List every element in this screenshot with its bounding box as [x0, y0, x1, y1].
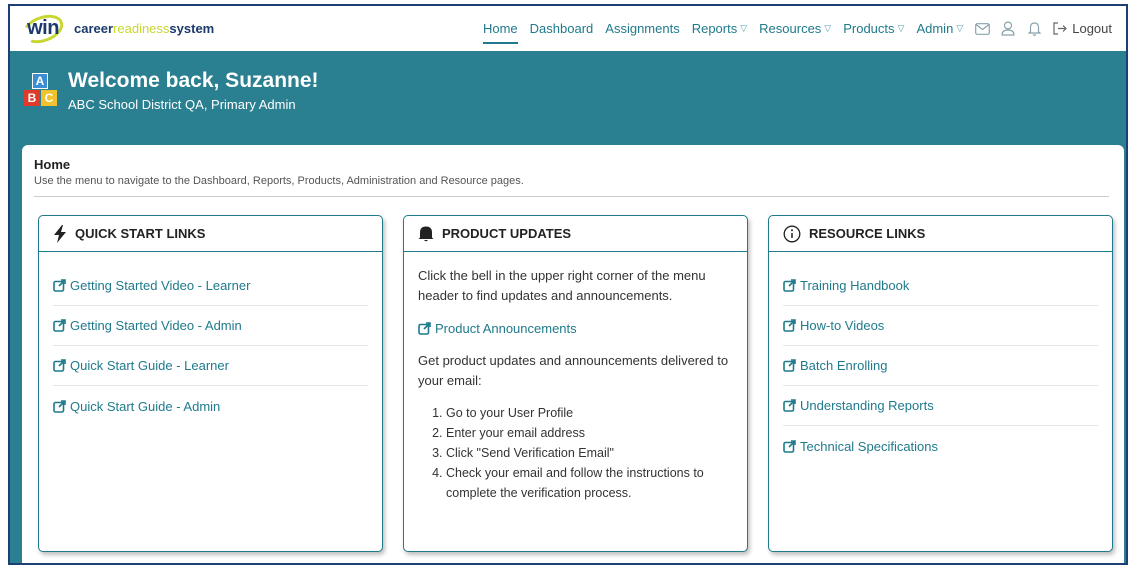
step-item: Check your email and follow the instruct… — [446, 463, 733, 503]
quick-start-header: QUICK START LINKS — [39, 216, 382, 252]
link-product-announcements[interactable]: Product Announcements — [418, 321, 733, 336]
nav-products-label: Products — [843, 21, 895, 36]
nav-reports-label: Reports — [691, 21, 738, 36]
lightning-icon — [54, 224, 66, 243]
page-description: Use the menu to navigate to the Dashboar… — [34, 175, 524, 187]
quick-start-card: QUICK START LINKS Getting Started Video … — [38, 215, 383, 552]
email-updates-text: Get product updates and announcements de… — [418, 353, 729, 388]
abc-blocks-icon: A B C — [24, 73, 58, 107]
logo-text: win — [27, 17, 59, 39]
welcome-title: Welcome back, Suzanne! — [68, 69, 319, 92]
page-title: Home — [34, 157, 71, 172]
external-link-icon — [783, 439, 796, 453]
link-understanding-reports[interactable]: Understanding Reports — [783, 386, 1098, 426]
quick-start-title: QUICK START LINKS — [75, 226, 206, 241]
link-how-to-videos[interactable]: How-to Videos — [783, 306, 1098, 346]
resource-links-list: Training Handbook How-to Videos Batch En… — [769, 252, 1112, 466]
nav-products[interactable]: Products ▽ — [837, 6, 910, 51]
nav-home-label: Home — [482, 21, 518, 36]
nav-dashboard-label: Dashboard — [529, 21, 594, 36]
link-label: Batch Enrolling — [800, 358, 888, 373]
external-link-icon — [783, 279, 796, 292]
external-link-icon — [53, 399, 66, 413]
info-icon — [783, 225, 801, 242]
nav-admin-label: Admin — [916, 21, 954, 36]
resource-links-title: RESOURCE LINKS — [809, 226, 926, 241]
link-label: Quick Start Guide - Learner — [70, 358, 229, 373]
link-label: Getting Started Video - Learner — [70, 278, 251, 293]
divider — [34, 196, 1109, 197]
bell-icon[interactable] — [1021, 6, 1047, 51]
nav-reports[interactable]: Reports ▽ — [686, 6, 753, 51]
external-link-icon — [783, 319, 796, 332]
app-window: win careerreadinesssystem Home Dashboard… — [8, 4, 1128, 565]
link-label: Technical Specifications — [800, 438, 939, 454]
link-getting-started-admin[interactable]: Getting Started Video - Admin — [53, 306, 368, 346]
product-updates-body: Click the bell in the upper right corner… — [404, 252, 747, 503]
link-label: Getting Started Video - Admin — [70, 318, 242, 333]
bell-icon — [418, 226, 434, 242]
user-icon[interactable] — [995, 6, 1021, 51]
brand-light: readiness — [113, 21, 170, 36]
block-b: B — [24, 90, 40, 106]
chevron-down-icon: ▽ — [824, 23, 832, 33]
nav-admin[interactable]: Admin ▽ — [910, 6, 969, 51]
link-label: How-to Videos — [800, 318, 885, 333]
brand-bold: career — [74, 21, 114, 36]
product-updates-card: PRODUCT UPDATES Click the bell in the up… — [403, 215, 748, 552]
nav-home[interactable]: Home — [477, 6, 524, 51]
quick-start-links: Getting Started Video - Learner Getting … — [39, 252, 382, 426]
link-label: Training Handbook — [800, 278, 910, 293]
resource-links-card: RESOURCE LINKS Training Handbook How-to … — [768, 215, 1113, 552]
logout-button[interactable]: Logout — [1047, 21, 1112, 36]
brand[interactable]: win careerreadinesssystem — [18, 9, 214, 48]
logout-icon — [1053, 22, 1068, 35]
nav-resources[interactable]: Resources ▽ — [753, 6, 837, 51]
logout-label: Logout — [1072, 21, 1112, 36]
nav-assignments-label: Assignments — [605, 21, 680, 36]
nav-resources-label: Resources — [759, 21, 822, 36]
product-updates-header: PRODUCT UPDATES — [404, 216, 747, 252]
external-link-icon — [783, 399, 796, 412]
product-updates-title: PRODUCT UPDATES — [442, 226, 572, 241]
link-getting-started-learner[interactable]: Getting Started Video - Learner — [53, 266, 368, 306]
link-quick-start-learner[interactable]: Quick Start Guide - Learner — [53, 346, 368, 386]
link-technical-specifications[interactable]: Technical Specifications — [783, 426, 1098, 466]
chevron-down-icon: ▽ — [740, 23, 748, 33]
verification-steps: Go to your User Profile Enter your email… — [418, 403, 733, 503]
link-quick-start-admin[interactable]: Quick Start Guide - Admin — [53, 386, 368, 426]
external-link-icon — [53, 319, 66, 332]
chevron-down-icon: ▽ — [897, 23, 905, 33]
block-c: C — [41, 90, 57, 106]
nav-assignments[interactable]: Assignments — [599, 6, 685, 51]
win-logo: win — [18, 9, 68, 48]
external-link-icon — [53, 279, 66, 292]
resource-links-header: RESOURCE LINKS — [769, 216, 1112, 252]
brand-tail: system — [169, 21, 215, 36]
mail-icon[interactable] — [969, 6, 995, 51]
step-item: Enter your email address — [446, 423, 733, 443]
external-link-icon — [418, 322, 431, 335]
nav-menu: Home Dashboard Assignments Reports ▽ Reso… — [477, 6, 1112, 51]
welcome-banner: A B C Welcome back, Suzanne! ABC School … — [10, 51, 1126, 146]
link-batch-enrolling[interactable]: Batch Enrolling — [783, 346, 1098, 386]
external-link-icon — [783, 359, 796, 372]
chevron-down-icon: ▽ — [956, 23, 964, 33]
block-a: A — [32, 73, 48, 89]
nav-dashboard[interactable]: Dashboard — [524, 6, 600, 51]
welcome-subtitle: ABC School District QA, Primary Admin — [68, 97, 296, 112]
product-updates-intro: Click the bell in the upper right corner… — [418, 268, 706, 303]
link-training-handbook[interactable]: Training Handbook — [783, 266, 1098, 306]
link-label: Understanding Reports — [800, 398, 934, 413]
card-row: QUICK START LINKS Getting Started Video … — [38, 215, 1113, 552]
top-navigation: win careerreadinesssystem Home Dashboard… — [10, 6, 1126, 51]
step-item: Go to your User Profile — [446, 403, 733, 423]
link-label: Quick Start Guide - Admin — [70, 398, 221, 414]
link-label: Product Announcements — [435, 321, 577, 336]
main-content: Home Use the menu to navigate to the Das… — [22, 145, 1124, 563]
step-item: Click "Send Verification Email" — [446, 443, 733, 463]
brand-name: careerreadinesssystem — [74, 21, 214, 36]
external-link-icon — [53, 359, 66, 372]
